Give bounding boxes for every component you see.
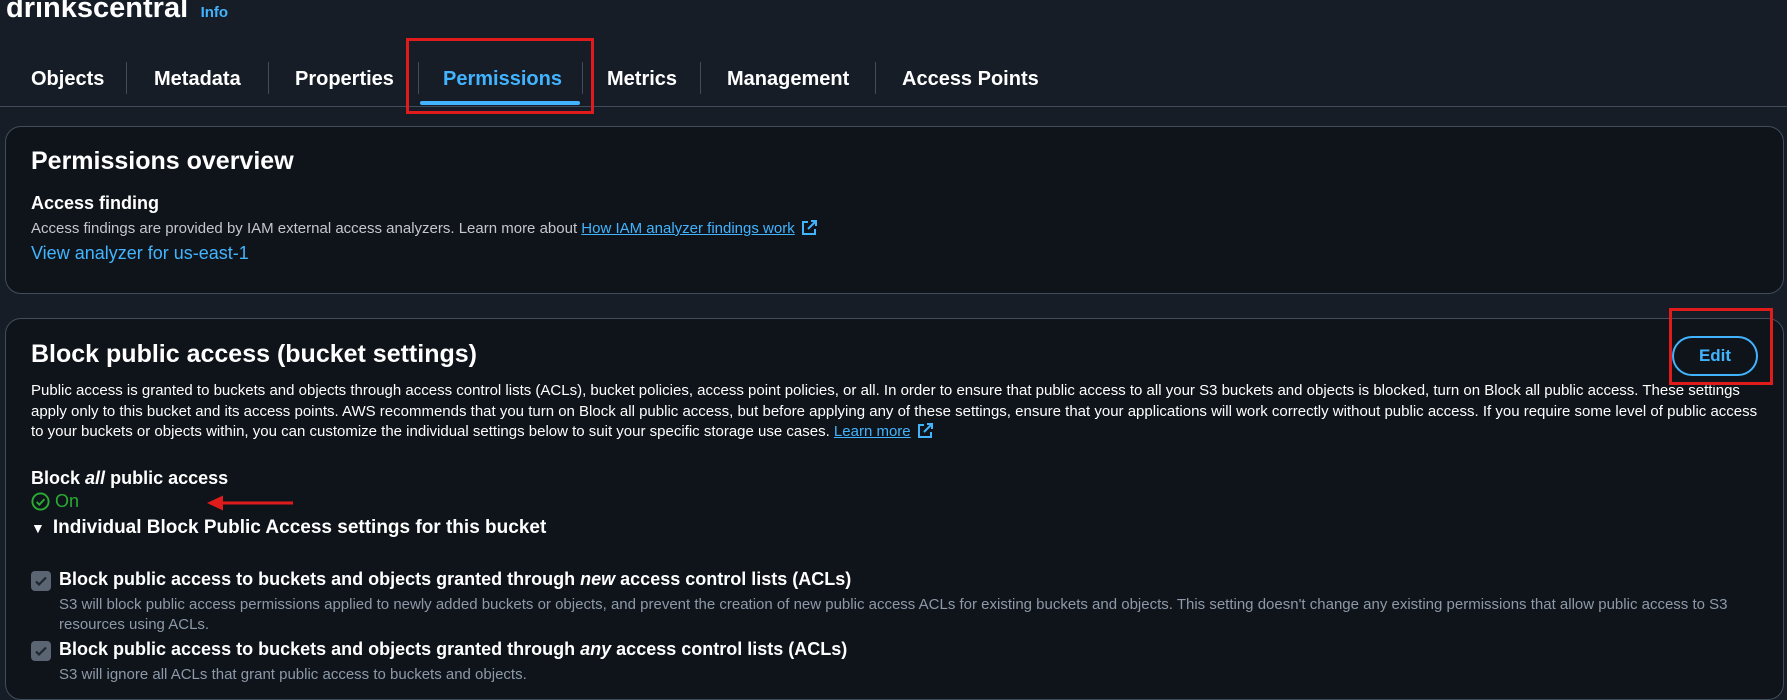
tab-access-points[interactable]: Access Points	[902, 68, 1039, 91]
checkmark-icon	[35, 576, 47, 587]
title-part: Block public access to buckets and objec…	[59, 569, 576, 589]
title-part: access control lists (ACLs)	[616, 639, 848, 659]
permissions-overview-panel: Permissions overview Access finding Acce…	[5, 126, 1784, 294]
annotation-box-permissions-tab	[406, 38, 594, 114]
caret-down-icon: ▼	[31, 520, 45, 536]
view-analyzer-link[interactable]: View analyzer for us-east-1	[31, 243, 249, 264]
checkbox[interactable]	[31, 571, 51, 591]
page-header: drinkscentral Info	[6, 0, 228, 25]
access-finding-label: Access finding	[31, 193, 160, 213]
setting-description: S3 will block public access permissions …	[59, 596, 1728, 633]
label-part: Block	[31, 468, 81, 488]
title-part: Block public access to buckets and objec…	[59, 639, 576, 659]
individual-settings-toggle[interactable]: ▼ Individual Block Public Access setting…	[31, 517, 546, 539]
tab-objects[interactable]: Objects	[31, 68, 104, 91]
tab-divider	[268, 62, 269, 94]
info-link[interactable]: Info	[201, 4, 229, 21]
individual-settings-title: Individual Block Public Access settings …	[52, 517, 547, 538]
external-link-icon	[801, 220, 817, 235]
tab-metadata[interactable]: Metadata	[154, 68, 241, 91]
title-part: access control lists (ACLs)	[620, 569, 852, 589]
description-text: Access findings are provided by IAM exte…	[31, 220, 578, 237]
tab-metrics[interactable]: Metrics	[607, 68, 677, 91]
title-emphasis: new	[580, 569, 616, 589]
annotation-box-edit-button	[1669, 308, 1773, 385]
tab-divider	[126, 62, 127, 94]
tab-divider	[875, 62, 876, 94]
tab-bar: Objects Metadata Properties Permissions …	[0, 54, 1787, 107]
title-emphasis: any	[580, 639, 612, 659]
panel-title: Block public access (bucket settings)	[31, 340, 477, 368]
learn-more-link[interactable]: Learn more	[834, 423, 911, 440]
access-finding-description: Access findings are provided by IAM exte…	[31, 220, 817, 237]
setting-description: S3 will ignore all ACLs that grant publi…	[59, 666, 527, 683]
checkbox[interactable]	[31, 641, 51, 661]
block-public-access-description: Public access is granted to buckets and …	[31, 381, 1771, 443]
tab-management[interactable]: Management	[727, 68, 849, 91]
panel-title: Permissions overview	[31, 147, 294, 175]
block-all-status: On	[31, 491, 79, 512]
annotation-arrow-icon	[207, 495, 293, 511]
setting-title: Block public access to buckets and objec…	[59, 569, 851, 590]
checkmark-icon	[35, 646, 47, 657]
bucket-name: drinkscentral	[6, 0, 189, 24]
external-link-icon	[917, 423, 933, 438]
setting-title: Block public access to buckets and objec…	[59, 639, 847, 660]
tab-divider	[700, 62, 701, 94]
iam-findings-link[interactable]: How IAM analyzer findings work	[581, 220, 794, 237]
status-text: On	[55, 491, 80, 511]
block-all-label: Block all public access	[31, 468, 228, 489]
label-emphasis: all	[85, 468, 106, 488]
check-circle-icon	[31, 492, 50, 511]
label-part: public access	[110, 468, 229, 488]
tab-properties[interactable]: Properties	[295, 68, 394, 91]
